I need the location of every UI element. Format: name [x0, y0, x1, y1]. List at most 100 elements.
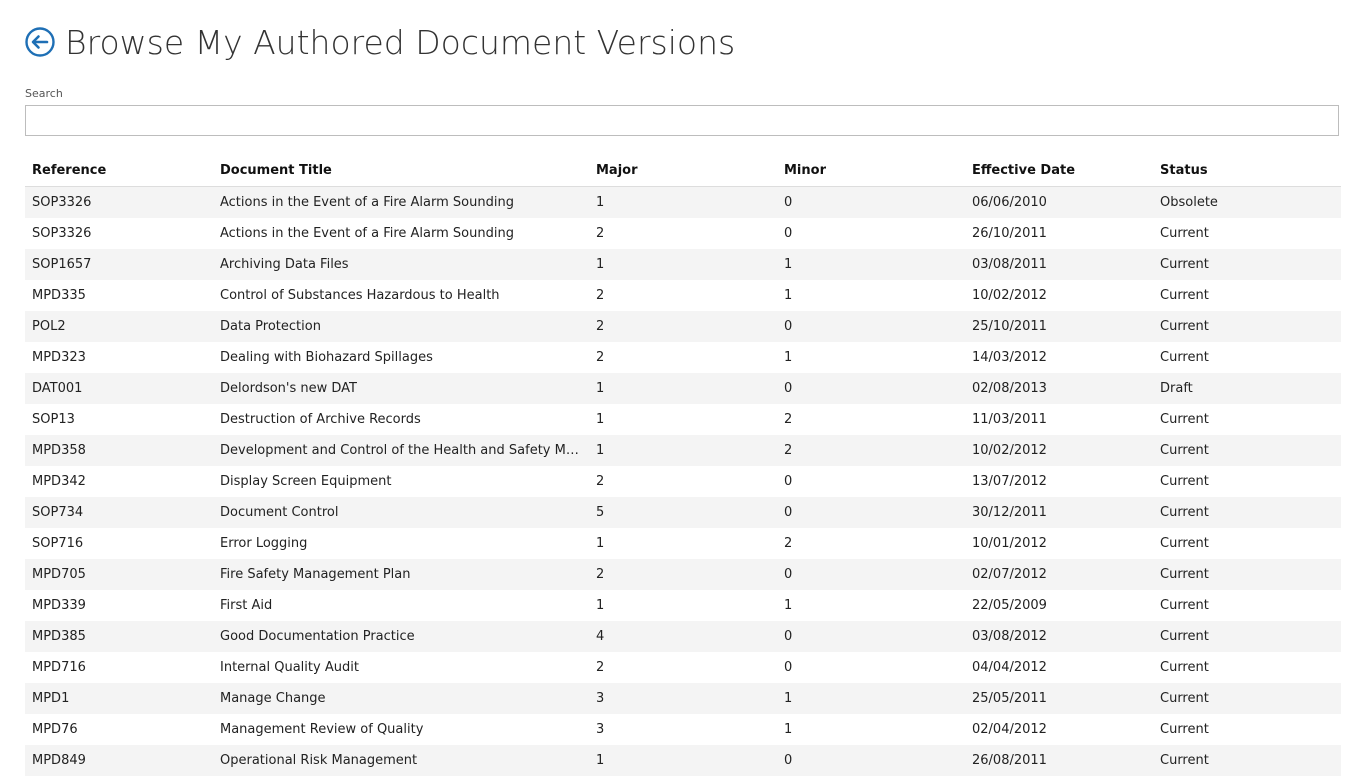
column-header-effective-date[interactable]: Effective Date: [965, 155, 1153, 187]
cell-reference: MPD716: [25, 652, 213, 683]
cell-major: 2: [589, 280, 777, 311]
cell-status: Current: [1153, 280, 1341, 311]
table-row[interactable]: MPD339First Aid1122/05/2009Current: [25, 590, 1341, 621]
cell-reference: MPD335: [25, 280, 213, 311]
back-arrow-circle-icon[interactable]: [25, 27, 55, 57]
table-row[interactable]: MPD1Manage Change3125/05/2011Current: [25, 683, 1341, 714]
cell-major: 1: [589, 528, 777, 559]
cell-document-title: Error Logging: [213, 528, 589, 559]
cell-minor: 2: [777, 528, 965, 559]
cell-document-title: Management Review of Quality: [213, 714, 589, 745]
cell-minor: 1: [777, 249, 965, 280]
document-versions-table: Reference Document Title Major Minor Eff…: [25, 155, 1341, 776]
column-header-reference[interactable]: Reference: [25, 155, 213, 187]
cell-status: Current: [1153, 559, 1341, 590]
table-row[interactable]: SOP716Error Logging1210/01/2012Current: [25, 528, 1341, 559]
cell-major: 2: [589, 652, 777, 683]
cell-minor: 1: [777, 683, 965, 714]
cell-reference: SOP734: [25, 497, 213, 528]
cell-reference: SOP1657: [25, 249, 213, 280]
table-row[interactable]: MPD849Operational Risk Management1026/08…: [25, 745, 1341, 776]
cell-minor: 0: [777, 621, 965, 652]
cell-status: Obsolete: [1153, 187, 1341, 219]
cell-status: Current: [1153, 466, 1341, 497]
cell-major: 1: [589, 249, 777, 280]
column-header-major[interactable]: Major: [589, 155, 777, 187]
cell-reference: MPD339: [25, 590, 213, 621]
cell-effective-date: 11/03/2011: [965, 404, 1153, 435]
cell-effective-date: 22/05/2009: [965, 590, 1153, 621]
cell-status: Current: [1153, 218, 1341, 249]
cell-reference: POL2: [25, 311, 213, 342]
page-title: Browse My Authored Document Versions: [65, 23, 735, 62]
cell-major: 1: [589, 404, 777, 435]
cell-status: Current: [1153, 311, 1341, 342]
cell-effective-date: 10/01/2012: [965, 528, 1153, 559]
column-header-minor[interactable]: Minor: [777, 155, 965, 187]
cell-document-title: Data Protection: [213, 311, 589, 342]
column-header-status[interactable]: Status: [1153, 155, 1341, 187]
table-row[interactable]: MPD323Dealing with Biohazard Spillages21…: [25, 342, 1341, 373]
cell-status: Current: [1153, 435, 1341, 466]
cell-major: 2: [589, 342, 777, 373]
cell-reference: SOP13: [25, 404, 213, 435]
cell-reference: SOP3326: [25, 218, 213, 249]
table-row[interactable]: MPD358Development and Control of the Hea…: [25, 435, 1341, 466]
cell-minor: 2: [777, 435, 965, 466]
cell-reference: MPD358: [25, 435, 213, 466]
cell-effective-date: 03/08/2011: [965, 249, 1153, 280]
cell-document-title: Manage Change: [213, 683, 589, 714]
table-row[interactable]: SOP3326Actions in the Event of a Fire Al…: [25, 187, 1341, 219]
cell-minor: 1: [777, 342, 965, 373]
cell-minor: 0: [777, 559, 965, 590]
cell-effective-date: 02/07/2012: [965, 559, 1153, 590]
cell-major: 2: [589, 559, 777, 590]
cell-status: Current: [1153, 652, 1341, 683]
cell-document-title: Fire Safety Management Plan: [213, 559, 589, 590]
table-row[interactable]: SOP13Destruction of Archive Records1211/…: [25, 404, 1341, 435]
cell-major: 3: [589, 714, 777, 745]
cell-effective-date: 02/08/2013: [965, 373, 1153, 404]
cell-document-title: First Aid: [213, 590, 589, 621]
cell-reference: MPD76: [25, 714, 213, 745]
cell-reference: MPD385: [25, 621, 213, 652]
cell-minor: 2: [777, 404, 965, 435]
cell-effective-date: 06/06/2010: [965, 187, 1153, 219]
cell-major: 4: [589, 621, 777, 652]
cell-effective-date: 26/08/2011: [965, 745, 1153, 776]
cell-document-title: Display Screen Equipment: [213, 466, 589, 497]
table-row[interactable]: MPD716Internal Quality Audit2004/04/2012…: [25, 652, 1341, 683]
cell-reference: MPD342: [25, 466, 213, 497]
page-header: Browse My Authored Document Versions: [25, 22, 735, 62]
cell-effective-date: 10/02/2012: [965, 435, 1153, 466]
cell-effective-date: 10/02/2012: [965, 280, 1153, 311]
cell-document-title: Actions in the Event of a Fire Alarm Sou…: [213, 218, 589, 249]
table-row[interactable]: SOP734Document Control5030/12/2011Curren…: [25, 497, 1341, 528]
cell-document-title: Destruction of Archive Records: [213, 404, 589, 435]
search-input[interactable]: [25, 105, 1339, 136]
cell-document-title: Development and Control of the Health an…: [213, 435, 589, 466]
cell-status: Current: [1153, 745, 1341, 776]
table-row[interactable]: DAT001Delordson's new DAT1002/08/2013Dra…: [25, 373, 1341, 404]
cell-reference: MPD705: [25, 559, 213, 590]
table-header-row: Reference Document Title Major Minor Eff…: [25, 155, 1341, 187]
cell-effective-date: 30/12/2011: [965, 497, 1153, 528]
column-header-document-title[interactable]: Document Title: [213, 155, 589, 187]
table-row[interactable]: SOP1657Archiving Data Files1103/08/2011C…: [25, 249, 1341, 280]
cell-major: 2: [589, 218, 777, 249]
cell-reference: SOP3326: [25, 187, 213, 219]
cell-status: Current: [1153, 714, 1341, 745]
cell-minor: 0: [777, 311, 965, 342]
table-row[interactable]: MPD342Display Screen Equipment2013/07/20…: [25, 466, 1341, 497]
table-row[interactable]: MPD335Control of Substances Hazardous to…: [25, 280, 1341, 311]
cell-status: Current: [1153, 590, 1341, 621]
cell-document-title: Good Documentation Practice: [213, 621, 589, 652]
table-row[interactable]: MPD705Fire Safety Management Plan2002/07…: [25, 559, 1341, 590]
table-row[interactable]: MPD76Management Review of Quality3102/04…: [25, 714, 1341, 745]
cell-effective-date: 03/08/2012: [965, 621, 1153, 652]
table-row[interactable]: SOP3326Actions in the Event of a Fire Al…: [25, 218, 1341, 249]
table-row[interactable]: POL2Data Protection2025/10/2011Current: [25, 311, 1341, 342]
cell-reference: MPD849: [25, 745, 213, 776]
table-row[interactable]: MPD385Good Documentation Practice4003/08…: [25, 621, 1341, 652]
cell-reference: DAT001: [25, 373, 213, 404]
